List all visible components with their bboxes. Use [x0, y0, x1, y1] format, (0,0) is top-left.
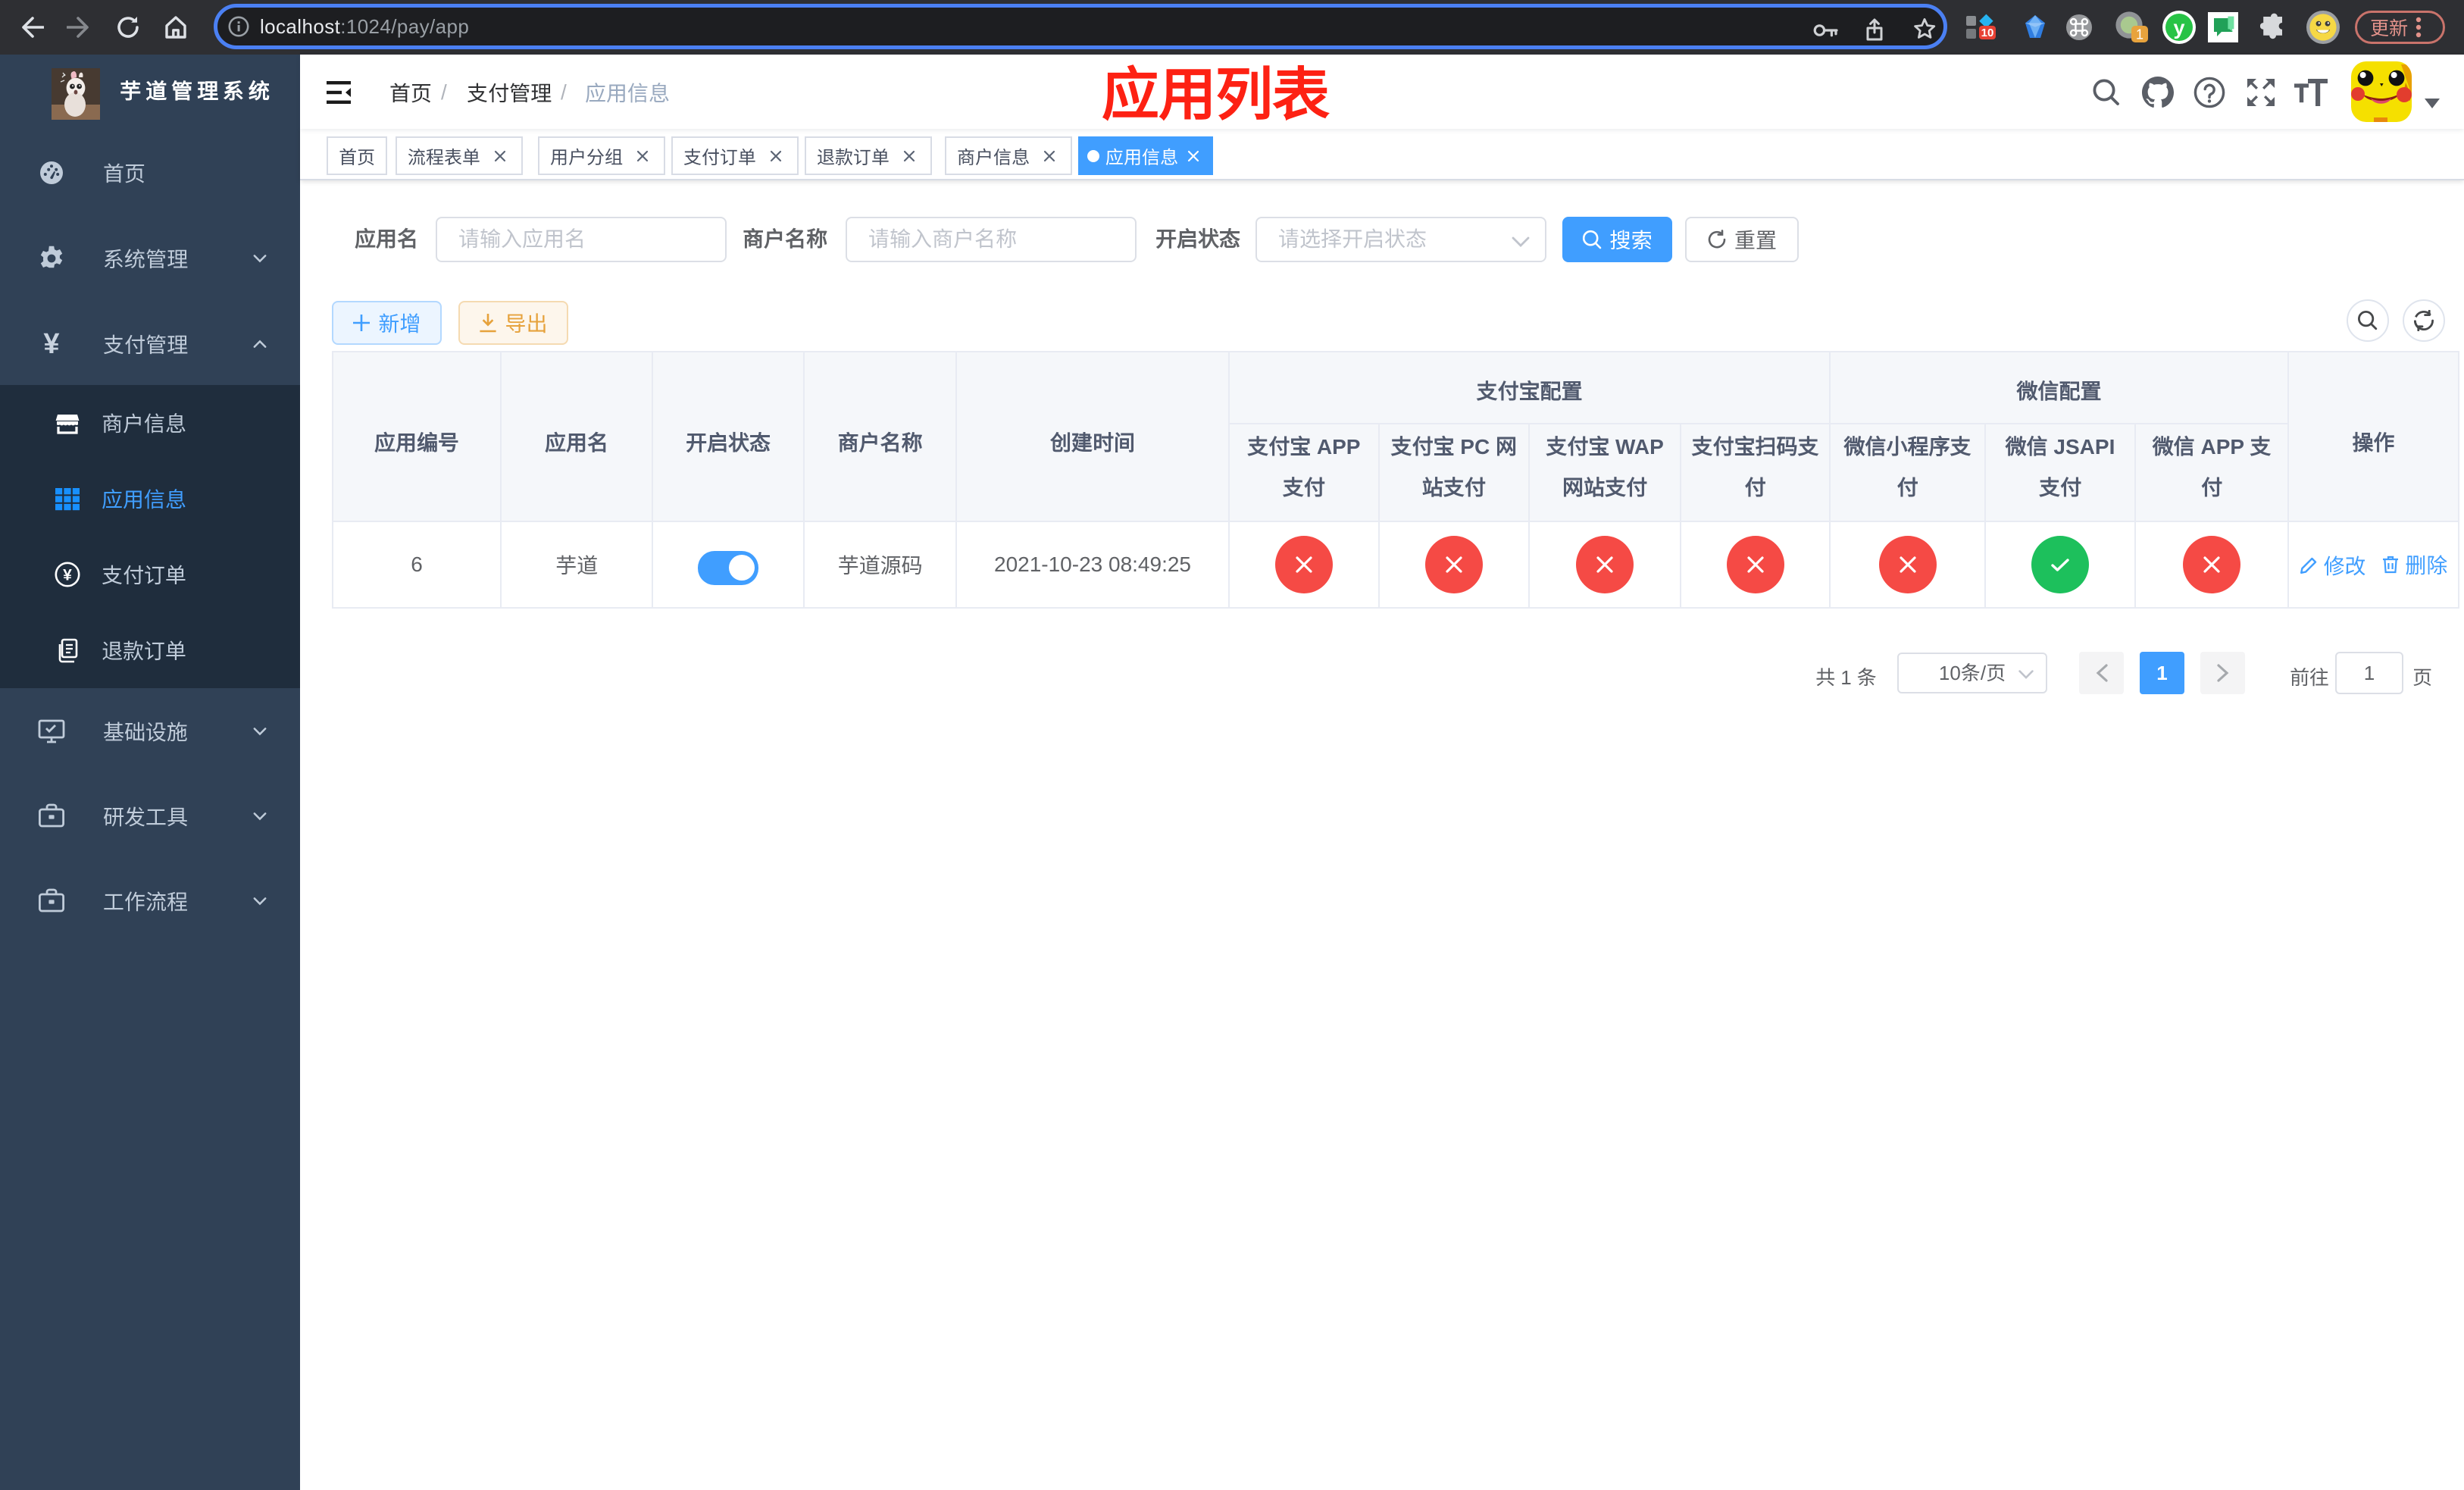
svg-text:y: y	[2173, 17, 2184, 39]
svg-text:¥: ¥	[63, 566, 72, 584]
svg-text:1: 1	[2136, 27, 2143, 42]
svg-text:10: 10	[1981, 27, 1994, 39]
